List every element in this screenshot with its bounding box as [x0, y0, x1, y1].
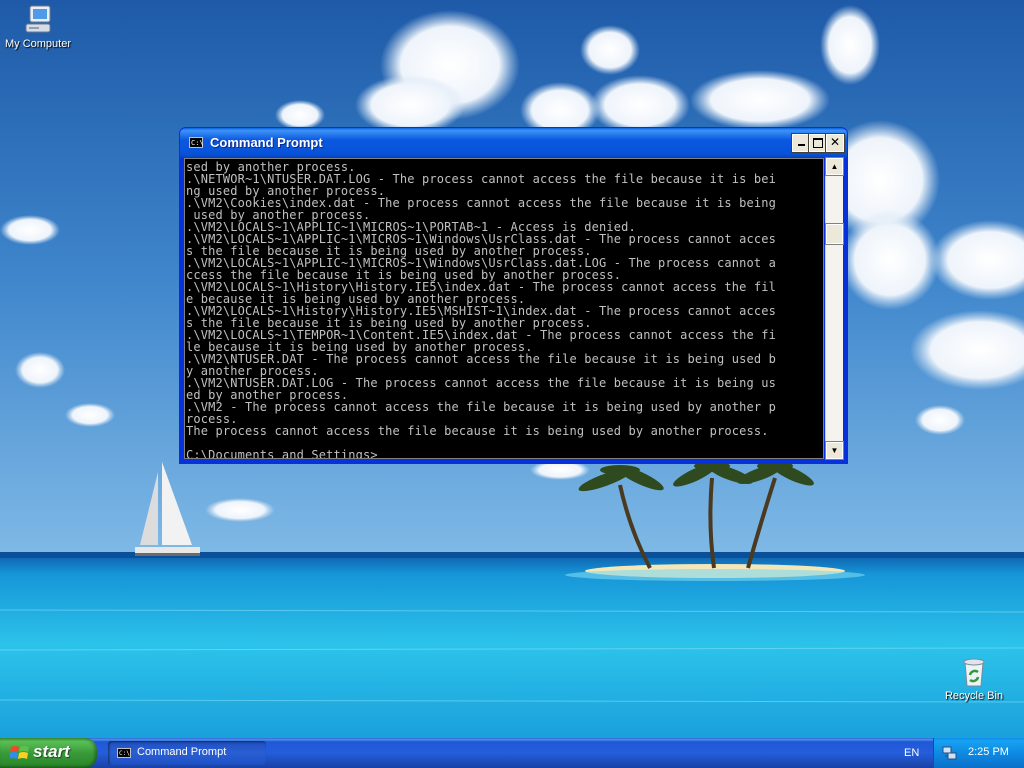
scrollbar-thumb[interactable]: [825, 223, 844, 245]
desktop-icon-label: Recycle Bin: [944, 690, 1004, 702]
taskbar: start C:\ Command Prompt EN 2:25 PM: [0, 738, 1024, 768]
console-line: .\VM2 - The process cannot access the fi…: [186, 400, 776, 414]
scroll-down-icon: ▼: [830, 446, 839, 455]
maximize-icon: [813, 138, 823, 148]
my-computer-icon: [22, 4, 54, 36]
start-button[interactable]: start: [0, 738, 97, 768]
taskbar-button-label: Command Prompt: [137, 746, 227, 758]
console-prompt: C:\Documents and Settings>: [186, 448, 378, 459]
cmd-icon[interactable]: C:\: [189, 137, 204, 148]
minimize-icon: [797, 144, 805, 146]
minimize-button[interactable]: [791, 133, 811, 153]
recycle-bin-icon: [958, 656, 990, 688]
scroll-up-button[interactable]: ▲: [825, 157, 844, 176]
console-prompt-line[interactable]: C:\Documents and Settings>: [186, 448, 823, 459]
console-text: sed by another process. .\NETWOR~1\NTUSER…: [185, 159, 823, 459]
desktop-icon-my-computer[interactable]: My Computer: [0, 4, 78, 50]
close-icon: ✕: [829, 135, 841, 149]
command-prompt-window[interactable]: C:\ Command Prompt ✕ sed by another proc…: [180, 128, 847, 463]
system-tray: 2:25 PM: [933, 738, 1024, 768]
close-button[interactable]: ✕: [825, 133, 845, 153]
language-indicator[interactable]: EN: [904, 747, 919, 759]
window-titlebar[interactable]: C:\ Command Prompt ✕: [180, 128, 847, 158]
scroll-up-icon: ▲: [830, 162, 839, 171]
vertical-scrollbar[interactable]: ▲ ▼: [825, 157, 844, 460]
console-line: The process cannot access the file becau…: [186, 424, 769, 438]
scroll-down-button[interactable]: ▼: [825, 441, 844, 460]
window-title: Command Prompt: [210, 135, 323, 150]
clock[interactable]: 2:25 PM: [968, 746, 1009, 758]
cmd-icon: C:\: [117, 748, 131, 758]
maximize-button[interactable]: [808, 133, 828, 153]
network-icon[interactable]: [942, 745, 958, 761]
desktop-icon-recycle-bin[interactable]: Recycle Bin: [934, 656, 1014, 702]
desktop-icon-label: My Computer: [4, 38, 72, 50]
start-label: start: [33, 742, 70, 761]
console-output[interactable]: sed by another process. .\NETWOR~1\NTUSER…: [184, 158, 824, 459]
taskbar-button-command-prompt[interactable]: C:\ Command Prompt: [108, 741, 266, 765]
windows-flag-icon: [9, 744, 30, 762]
